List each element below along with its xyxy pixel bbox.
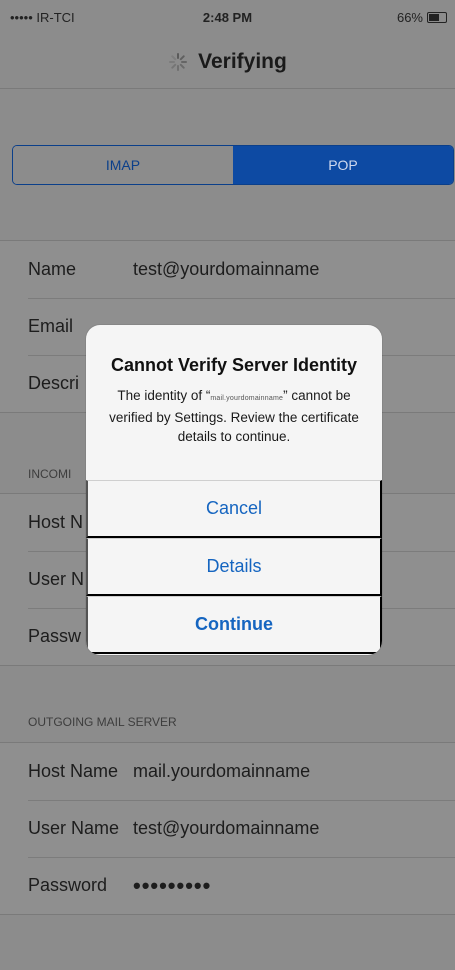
alert-message: The identity of “mail.yourdomainname” ca…	[86, 386, 382, 446]
clock: 2:48 PM	[202, 10, 253, 25]
outgoing-host-label: Host Name	[28, 761, 119, 781]
outgoing-user-label: User Name	[28, 818, 120, 838]
server-identity-alert: Cannot Verify Server Identity The identi…	[86, 325, 382, 655]
battery-icon	[427, 12, 447, 23]
alert-host: mail.yourdomainname	[210, 395, 284, 402]
segment-imap[interactable]: IMAP	[13, 146, 233, 184]
nav-bar: Verifying	[0, 36, 455, 89]
activity-spinner-icon	[169, 53, 188, 71]
segment-pop[interactable]: POP	[233, 146, 453, 184]
name-label: Name	[28, 259, 77, 279]
details-button[interactable]: Details	[86, 538, 382, 596]
screen: ••••• IR-TCI 2:48 PM 66% Verifying IMAP …	[0, 0, 455, 970]
status-bar: ••••• IR-TCI 2:48 PM 66%	[0, 0, 455, 36]
name-value: test@yourdomainname	[133, 259, 320, 279]
protocol-segmented-control[interactable]: IMAP POP	[12, 145, 454, 185]
outgoing-password-label: Password	[28, 875, 108, 895]
outgoing-host-value: mail.yourdomainname	[133, 761, 311, 781]
alert-title: Cannot Verify Server Identity	[110, 355, 358, 375]
outgoing-user-value: test@yourdomainname	[133, 818, 320, 838]
battery-status: 66%	[397, 10, 447, 25]
battery-percent: 66%	[396, 10, 423, 25]
cancel-button[interactable]: Cancel	[86, 480, 382, 538]
incoming-section-header: INCOMI	[28, 467, 72, 481]
outgoing-section: Host Name mail.yourdomainname User Name …	[0, 742, 455, 915]
continue-button[interactable]: Continue	[86, 596, 382, 654]
outgoing-password-row[interactable]: Password •••••••••	[0, 857, 455, 914]
outgoing-password-value: •••••••••	[133, 872, 212, 898]
nav-title: Verifying	[198, 50, 287, 73]
name-row[interactable]: Name test@yourdomainname	[0, 241, 455, 298]
alert-message-prefix: The identity of “	[117, 388, 211, 403]
outgoing-section-header: OUTGOING MAIL SERVER	[28, 715, 177, 729]
outgoing-host-row[interactable]: Host Name mail.yourdomainname	[0, 743, 455, 800]
outgoing-user-row[interactable]: User Name test@yourdomainname	[0, 800, 455, 857]
